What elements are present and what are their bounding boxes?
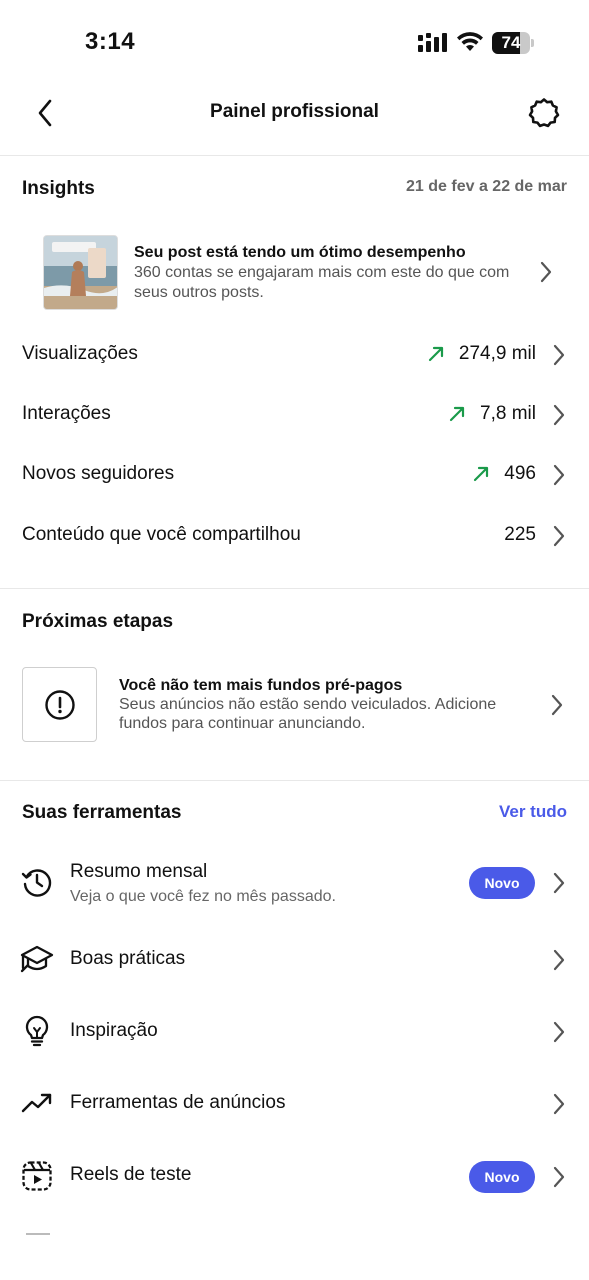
wifi-icon [457,32,483,51]
tool-label: Boas práticas [70,948,186,969]
graduation-cap-icon [20,942,54,976]
partial-item-divider [26,1233,50,1235]
metric-label: Conteúdo que você compartilhou [22,524,301,545]
new-badge: Novo [469,1161,535,1193]
chevron-right-icon [553,872,565,894]
tool-label: Inspiração [70,1020,158,1041]
chevron-right-icon [553,464,565,486]
chevron-right-icon [553,1021,565,1043]
chevron-right-icon [553,525,565,547]
see-all-link[interactable]: Ver tudo [499,802,567,822]
tool-item-test-reels[interactable]: Reels de teste Novo [0,1146,589,1206]
tool-subtitle: Veja o que você fez no mês passado. [70,888,336,905]
tool-item-inspiration[interactable]: Inspiração [0,1002,589,1062]
top-navigation: Painel profissional [0,85,589,141]
featured-post-card[interactable]: Seu post está tendo um ótimo desempenho … [22,232,567,312]
metric-value: 496 [504,463,536,484]
metric-value: 225 [504,524,536,545]
next-steps-title: Próximas etapas [22,611,174,632]
alert-description: Seus anúncios não estão sendo veiculados… [119,696,497,732]
alert-icon-box [22,667,97,742]
trend-up-arrow-icon [428,346,443,362]
insights-title: Insights [22,178,95,199]
history-clock-icon [20,865,54,899]
trending-up-icon [20,1086,54,1120]
header-divider [0,155,589,156]
metric-value: 274,9 mil [458,343,536,364]
chevron-right-icon [540,261,552,283]
metric-row[interactable]: Interações 7,8 mil [0,385,589,445]
chevron-right-icon [553,949,565,971]
page-title: Painel profissional [210,101,379,122]
metric-label: Novos seguidores [22,463,175,484]
cellular-signal-icon [418,33,447,52]
chevron-right-icon [553,344,565,366]
date-range[interactable]: 21 de fev a 22 de mar [406,178,567,196]
trend-up-arrow-icon [449,406,465,422]
chevron-right-icon[interactable] [549,694,565,716]
tool-label: Ferramentas de anúncios [70,1092,286,1113]
new-badge: Novo [469,867,535,899]
metric-label: Interações [22,403,111,424]
battery-indicator: 74 [492,32,534,54]
tool-item-ad-tools[interactable]: Ferramentas de anúncios [0,1074,589,1134]
lightbulb-icon [20,1014,54,1048]
tools-title: Suas ferramentas [22,802,182,823]
tool-item-best-practices[interactable]: Boas práticas [0,930,589,990]
post-thumbnail [43,235,118,310]
section-divider [0,588,589,589]
status-bar: 3:14 74 [0,0,589,80]
alert-title[interactable]: Você não tem mais fundos pré-pagos [119,677,402,695]
metric-row[interactable]: Visualizações 274,9 mil [0,325,589,385]
tool-label: Reels de teste [70,1164,192,1185]
gear-icon [528,98,560,128]
chevron-right-icon [553,404,565,426]
tool-item-monthly-summary[interactable]: Resumo mensal Veja o que você fez no mês… [0,852,589,918]
battery-level: 74 [501,33,521,52]
metric-row[interactable]: Novos seguidores 496 [0,445,589,505]
featured-post-description: 360 contas se engajaram mais com este do… [134,264,510,301]
tool-label: Resumo mensal [70,861,208,882]
status-time: 3:14 [85,28,136,55]
featured-post-title: Seu post está tendo um ótimo desempenho [134,244,466,261]
trend-up-arrow-icon [474,466,489,482]
chevron-right-icon [553,1166,565,1188]
metric-value: 7,8 mil [480,403,536,424]
chevron-right-icon [553,1093,565,1115]
exclamation-circle-icon [44,689,75,720]
metric-label: Visualizações [22,343,138,364]
metric-row[interactable]: Conteúdo que você compartilhou 225 [0,506,589,566]
settings-button[interactable] [526,95,562,131]
reels-icon [20,1159,54,1193]
section-divider [0,780,589,781]
